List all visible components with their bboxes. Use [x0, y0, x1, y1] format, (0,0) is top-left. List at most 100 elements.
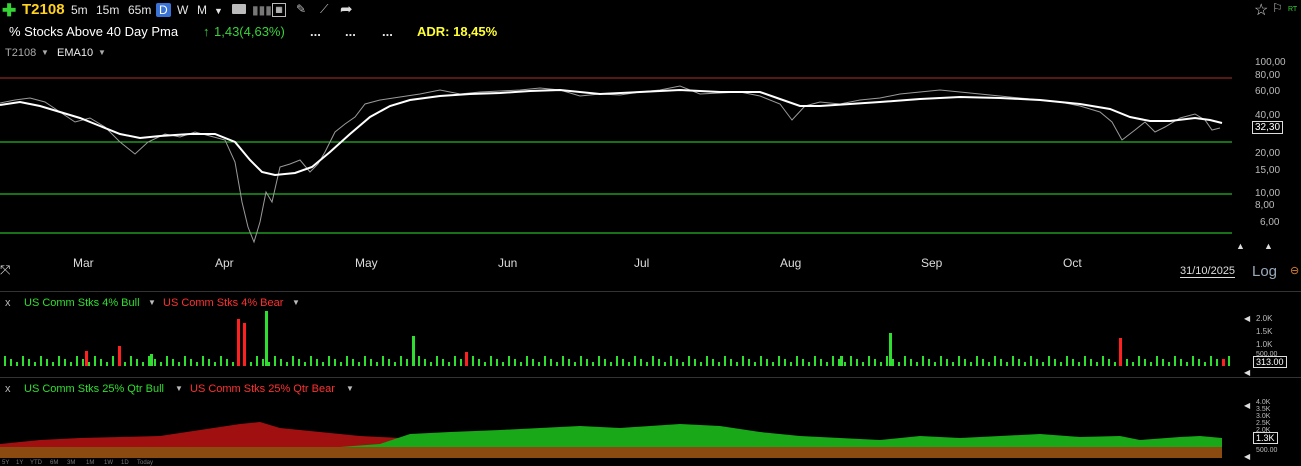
bull-bar — [424, 359, 426, 366]
range-6m[interactable]: 6M — [50, 460, 58, 466]
bull-bar — [256, 356, 258, 366]
month-label: Sep — [921, 256, 943, 270]
bull-bar — [328, 356, 330, 366]
range-5y[interactable]: 5Y — [2, 460, 9, 466]
flag-icon[interactable]: ⚐ — [1272, 1, 1283, 15]
bull-bar — [592, 362, 594, 366]
timeframe-dropdown-icon[interactable]: ▼ — [214, 6, 223, 16]
bull-bar — [82, 359, 84, 366]
bull-bar — [1066, 356, 1068, 366]
bull-bar — [1054, 359, 1056, 366]
bull-bar — [1168, 362, 1170, 366]
star-icon[interactable]: ☆ — [1254, 0, 1268, 20]
share-icon[interactable]: ➦ — [340, 0, 353, 18]
bull-bar — [850, 356, 852, 366]
timeframe-daily[interactable]: D — [156, 3, 171, 17]
bull-bar — [220, 356, 222, 366]
month-label: Mar — [73, 256, 94, 270]
bull-bar — [856, 359, 858, 366]
crosshair-icon[interactable]: ⤧ — [0, 262, 10, 278]
timeframe-15m[interactable]: 15m — [96, 3, 119, 17]
panel2-area-chart[interactable] — [0, 400, 1240, 460]
bull-bar — [196, 362, 198, 366]
bull-bar — [298, 359, 300, 366]
scroll-up-icon[interactable]: ◀ — [1244, 401, 1250, 410]
bull-bar — [724, 356, 726, 366]
y-tick: 40,00 — [1255, 110, 1281, 121]
timeframe-65m[interactable]: 65m — [128, 3, 151, 17]
dropdown-icon[interactable]: ▼ — [175, 384, 183, 393]
range-1y[interactable]: 1Y — [16, 460, 23, 466]
scroll-up-icon[interactable]: ◀ — [1244, 314, 1250, 323]
bull-bar — [1036, 359, 1038, 366]
calculator-icon[interactable]: ▦ — [272, 3, 286, 17]
panel1-bar-chart[interactable] — [0, 308, 1240, 368]
panel2-bear-label[interactable]: US Comm Stks 25% Qtr Bear — [190, 383, 335, 395]
range-3m[interactable]: 3M — [67, 460, 75, 466]
log-scale-toggle[interactable]: Log — [1252, 263, 1277, 280]
info-dots-3[interactable]: ... — [382, 24, 393, 39]
dropdown-icon[interactable]: ▼ — [292, 298, 300, 307]
bull-bar — [460, 359, 462, 366]
bear-bar — [237, 319, 240, 366]
info-dots-2[interactable]: ... — [345, 24, 356, 39]
bull-bar — [814, 356, 816, 366]
bull-bar — [994, 356, 996, 366]
panel2-close-button[interactable]: x — [5, 383, 11, 395]
dropdown-icon[interactable]: ▼ — [346, 384, 354, 393]
bull-bar — [268, 362, 270, 366]
timeframe-weekly[interactable]: W — [177, 3, 188, 17]
bar-chart-icon[interactable]: ▮▮▮ — [252, 3, 272, 17]
ticker-symbol[interactable]: T2108 — [22, 1, 65, 18]
bull-bar — [556, 362, 558, 366]
bull-bar — [586, 359, 588, 366]
y-tick: 80,00 — [1255, 70, 1281, 81]
bull-bar — [394, 362, 396, 366]
bull-bar — [736, 362, 738, 366]
pencil-icon[interactable]: ✎ — [296, 2, 306, 16]
timeframe-monthly[interactable]: M — [197, 3, 207, 17]
range-1w[interactable]: 1W — [104, 460, 113, 466]
bull-bar — [808, 362, 810, 366]
scroll-up-icon-2[interactable]: ▲ — [1264, 241, 1273, 251]
bull-bar — [94, 356, 96, 366]
bull-bar — [1228, 356, 1230, 366]
bull-bar — [436, 356, 438, 366]
bull-bar — [754, 362, 756, 366]
bull-bar — [538, 362, 540, 366]
main-price-chart[interactable] — [0, 42, 1301, 292]
y-tick: 3.0K — [1256, 413, 1271, 420]
scroll-up-icon[interactable]: ▲ — [1236, 241, 1245, 251]
dropdown-icon[interactable]: ▼ — [148, 298, 156, 307]
ema10-line — [0, 88, 1223, 177]
draw-line-icon[interactable]: ⟋ — [320, 2, 328, 17]
panel2-bull-label[interactable]: US Comm Stks 25% Qtr Bull — [24, 383, 164, 395]
bull-bar — [886, 356, 888, 366]
bull-bar — [874, 359, 876, 366]
info-dots-1[interactable]: ... — [310, 24, 321, 39]
timeframe-5m[interactable]: 5m — [71, 3, 88, 17]
bull-bar — [889, 333, 892, 366]
range-1d[interactable]: 1D — [121, 460, 129, 466]
add-icon[interactable]: ✚ — [2, 1, 16, 21]
bull-bar — [748, 359, 750, 366]
range-ytd[interactable]: YTD — [30, 460, 42, 466]
bull-bar — [172, 359, 174, 366]
bull-bar — [766, 359, 768, 366]
current-date: 31/10/2025 — [1180, 265, 1236, 278]
scroll-down-icon[interactable]: ◀ — [1244, 368, 1250, 377]
bull-bar — [694, 359, 696, 366]
up-arrow-icon: ↑ — [203, 24, 210, 39]
range-today[interactable]: Today — [137, 460, 153, 466]
bull-bar — [988, 362, 990, 366]
realtime-icon: RT — [1288, 6, 1298, 13]
bull-bar — [982, 359, 984, 366]
scroll-down-icon[interactable]: ◀ — [1244, 452, 1250, 461]
bull-bar — [946, 359, 948, 366]
lock-icon[interactable]: ⊖ — [1290, 264, 1299, 277]
bull-bar — [1204, 362, 1206, 366]
range-1m[interactable]: 1M — [86, 460, 94, 466]
chart-type-icon[interactable] — [232, 4, 246, 14]
bull-bar — [358, 362, 360, 366]
bull-bar — [280, 359, 282, 366]
